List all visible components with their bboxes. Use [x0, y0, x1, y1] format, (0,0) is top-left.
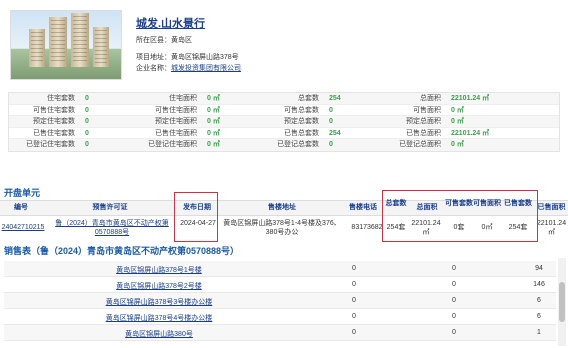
stat-label: 预定总套数 — [284, 118, 319, 125]
stat-value: 0 — [85, 129, 89, 137]
stat-label: 已售总套数 — [284, 129, 319, 137]
stat-value: 0 — [85, 141, 89, 148]
company-line: 企业名称：城发投资集团有限公司 — [136, 63, 241, 73]
cell: 1 — [537, 329, 541, 336]
table-row: 黄岛区锦屏山路378号2号楼 0 0 146 — [4, 277, 556, 293]
unit-permit-link[interactable]: 鲁（2024）青岛市黄岛区不动产权第0570888号 — [54, 217, 170, 239]
stat-label: 总面积 — [420, 95, 441, 102]
stat-label: 预定住宅套数 — [33, 118, 75, 125]
cell: 0 — [352, 329, 356, 336]
district-label: 所在区县： — [136, 37, 171, 44]
stat-value: 0 ㎡ — [207, 118, 220, 125]
cell: 0 — [452, 281, 456, 288]
scrollbar-thumb[interactable] — [559, 282, 565, 322]
col-address: 售楼地址 — [268, 204, 296, 211]
cell: 146 — [533, 281, 545, 288]
col-permit: 预售许可证 — [92, 204, 128, 211]
stat-value: 254 — [329, 95, 341, 102]
stat-value: 0 ㎡ — [207, 106, 220, 114]
stat-label: 可售住宅面积 — [155, 106, 197, 114]
stat-value: 0 ㎡ — [207, 141, 220, 148]
cell: 0 — [452, 313, 456, 320]
stat-label: 预定住宅面积 — [155, 118, 197, 125]
stat-label: 可售面积 — [413, 106, 441, 114]
stat-label: 已售住宅面积 — [155, 129, 197, 137]
cell: 0 — [452, 329, 456, 336]
address-line: 项目地址：黄岛区锦屏山路378号 — [136, 52, 239, 62]
project-title[interactable]: 城发.山水景行 — [136, 15, 205, 31]
unit-phone: 83173682 — [351, 224, 383, 231]
vertical-scrollbar[interactable] — [558, 258, 566, 346]
stat-value: 254 — [329, 129, 341, 137]
stat-label: 预定总面积 — [406, 118, 441, 125]
building-link[interactable]: 黄岛区锦屏山路380号 — [94, 329, 224, 339]
building-link[interactable]: 黄岛区锦屏山路378号1号楼 — [94, 265, 224, 275]
unit-sold-area: 22101.24㎡ — [536, 220, 567, 236]
units-section-heading: 开盘单元 — [4, 188, 41, 198]
col-id: 编号 — [14, 204, 28, 211]
district-value: 黄岛区 — [171, 37, 192, 44]
address-value: 黄岛区锦屏山路378号 — [171, 54, 239, 61]
stat-value: 22101.24 ㎡ — [451, 95, 490, 102]
stat-value: 0 ㎡ — [207, 129, 220, 137]
stat-value: 22101.24 ㎡ — [451, 129, 490, 137]
cell: 6 — [537, 297, 541, 304]
stat-value: 0 — [329, 118, 333, 125]
stat-label: 已登记总套数 — [277, 141, 319, 148]
stat-value: 0 ㎡ — [451, 118, 464, 125]
stat-value: 0 — [85, 118, 89, 125]
cell: 0 — [452, 297, 456, 304]
stat-label: 已登记住宅面积 — [148, 141, 197, 148]
project-header: 城发.山水景行 所在区县：黄岛区 项目地址：黄岛区锦屏山路378号 企业名称：城… — [0, 0, 568, 84]
table-row: 黄岛区锦屏山路380号 0 0 1 — [4, 325, 556, 341]
stat-value: 0 — [85, 95, 89, 102]
stats-row: 预定住宅套数 0 预定住宅面积 0 ㎡ 预定总套数 0 预定总面积 0 ㎡ — [9, 116, 559, 128]
cell: 0 — [452, 265, 456, 272]
stat-label: 已登记总面积 — [399, 141, 441, 148]
stats-table: 住宅套数 0 住宅面积 0 ㎡ 总套数 254 总面积 22101.24 ㎡ 可售住宅套… — [8, 92, 560, 152]
district-line: 所在区县：黄岛区 — [136, 35, 192, 45]
stat-value: 0 — [329, 106, 333, 114]
building-link[interactable]: 黄岛区锦屏山路378号4号楼办公楼 — [94, 313, 224, 323]
unit-address: 黄岛区锦屏山路378号1-4号楼及376、380号办公 — [223, 220, 341, 236]
stat-value: 0 ㎡ — [207, 95, 220, 102]
stat-value: 0 ㎡ — [451, 106, 464, 114]
stat-label: 已登记住宅套数 — [26, 141, 75, 148]
building-link[interactable]: 黄岛区锦屏山路378号3号楼办公楼 — [94, 297, 224, 307]
stat-label: 总套数 — [298, 95, 319, 102]
cell: 0 — [352, 265, 356, 272]
stat-label: 已售住宅套数 — [33, 129, 75, 137]
cell: 6 — [537, 313, 541, 320]
cell: 0 — [352, 281, 356, 288]
cell: 0 — [352, 297, 356, 304]
stat-label: 可售住宅套数 — [33, 106, 75, 114]
company-label: 企业名称： — [136, 65, 171, 72]
stat-value: 0 ㎡ — [451, 141, 464, 148]
unit-id[interactable]: 24042710215 — [0, 217, 46, 239]
stats-row: 已登记住宅套数 0 已登记住宅面积 0 ㎡ 已登记总套数 0 已登记总面积 0 ㎡ — [9, 139, 559, 151]
stat-label: 住宅套数 — [47, 95, 75, 102]
building-link[interactable]: 黄岛区锦屏山路378号2号楼 — [94, 281, 224, 291]
stats-row: 已售住宅套数 0 已售住宅面积 0 ㎡ 已售总套数 254 已售总面积 22101.24… — [9, 128, 559, 139]
sales-section-heading: 销售表（鲁（2024）青岛市黄岛区不动产权第0570888号） — [4, 246, 240, 256]
table-row: 黄岛区锦屏山路378号4号楼办公楼 0 0 6 — [4, 309, 556, 325]
date-highlight-box — [174, 192, 218, 242]
address-label: 项目地址： — [136, 54, 171, 61]
stat-label: 住宅面积 — [169, 95, 197, 102]
col-sold-area: 已售面积 — [537, 204, 566, 211]
table-row: 黄岛区锦屏山路378号1号楼 0 0 94 — [4, 261, 556, 277]
stat-label: 可售总套数 — [284, 106, 319, 114]
table-row: 黄岛区锦屏山路378号3号楼办公楼 0 0 6 — [4, 293, 556, 309]
company-link[interactable]: 城发投资集团有限公司 — [171, 65, 241, 72]
stats-row: 住宅套数 0 住宅面积 0 ㎡ 总套数 254 总面积 22101.24 ㎡ — [9, 93, 559, 105]
stats-row: 可售住宅套数 0 可售住宅面积 0 ㎡ 可售总套数 0 可售面积 0 ㎡ — [9, 105, 559, 116]
stat-value: 0 — [329, 141, 333, 148]
cell: 94 — [535, 265, 543, 272]
project-photo — [10, 10, 122, 80]
units-highlight-box — [382, 190, 538, 242]
stat-label: 已售总面积 — [406, 129, 441, 137]
stat-value: 0 — [85, 106, 89, 114]
col-phone: 售楼电话 — [349, 204, 377, 211]
cell: 0 — [352, 313, 356, 320]
